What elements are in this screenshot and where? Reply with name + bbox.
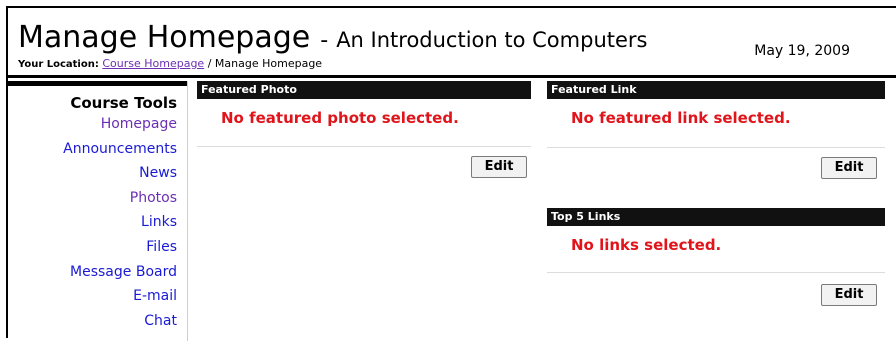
featured-link-divider: [547, 147, 885, 148]
sidebar-item-homepage[interactable]: Homepage: [8, 112, 187, 137]
top-links-divider: [547, 272, 885, 273]
page-title-row: Manage Homepage - An Introduction to Compu…: [18, 20, 647, 60]
breadcrumb-link-course-homepage[interactable]: Course Homepage: [102, 57, 204, 70]
top-links-panel: Top 5 Links No links selected. Edit: [547, 208, 885, 318]
sidebar-nav: Homepage Announcements News Photos Links…: [8, 112, 187, 333]
top-links-header: Top 5 Links: [547, 208, 885, 226]
top-links-edit-button[interactable]: Edit: [821, 284, 877, 306]
sidebar-item-email[interactable]: E-mail: [8, 284, 187, 309]
featured-link-panel: Featured Link No featured link selected.…: [547, 81, 885, 191]
current-date: May 19, 2009: [754, 43, 850, 59]
sidebar-item-message-board[interactable]: Message Board: [8, 260, 187, 285]
sidebar-item-news[interactable]: News: [8, 161, 187, 186]
page-title: Manage Homepage: [18, 20, 311, 55]
breadcrumb-current: Manage Homepage: [214, 57, 323, 70]
featured-photo-divider: [197, 146, 531, 147]
sidebar-item-announcements[interactable]: Announcements: [8, 137, 187, 162]
title-separator: -: [320, 28, 329, 53]
breadcrumb-label: Your Location:: [18, 59, 99, 70]
header-divider: [8, 75, 896, 78]
featured-link-message: No featured link selected.: [571, 109, 791, 127]
featured-photo-panel: Featured Photo No featured photo selecte…: [197, 81, 531, 181]
sidebar-item-photos[interactable]: Photos: [8, 186, 187, 211]
featured-link-header: Featured Link: [547, 81, 885, 99]
sidebar-item-chat[interactable]: Chat: [8, 309, 187, 334]
sidebar-item-files[interactable]: Files: [8, 235, 187, 260]
top-links-message: No links selected.: [571, 236, 722, 254]
sidebar-item-links[interactable]: Links: [8, 210, 187, 235]
featured-photo-header: Featured Photo: [197, 81, 531, 99]
breadcrumb-separator: /: [207, 57, 212, 70]
featured-photo-edit-button[interactable]: Edit: [471, 156, 527, 178]
course-tools-sidebar: Course Tools Homepage Announcements News…: [8, 81, 188, 341]
sidebar-title: Course Tools: [70, 94, 177, 112]
featured-link-edit-button[interactable]: Edit: [821, 157, 877, 179]
sidebar-top-bar: [8, 81, 187, 86]
breadcrumb: Your Location: Course Homepage / Manage …: [18, 57, 322, 70]
course-name: An Introduction to Computers: [336, 28, 648, 52]
featured-photo-message: No featured photo selected.: [221, 109, 459, 127]
